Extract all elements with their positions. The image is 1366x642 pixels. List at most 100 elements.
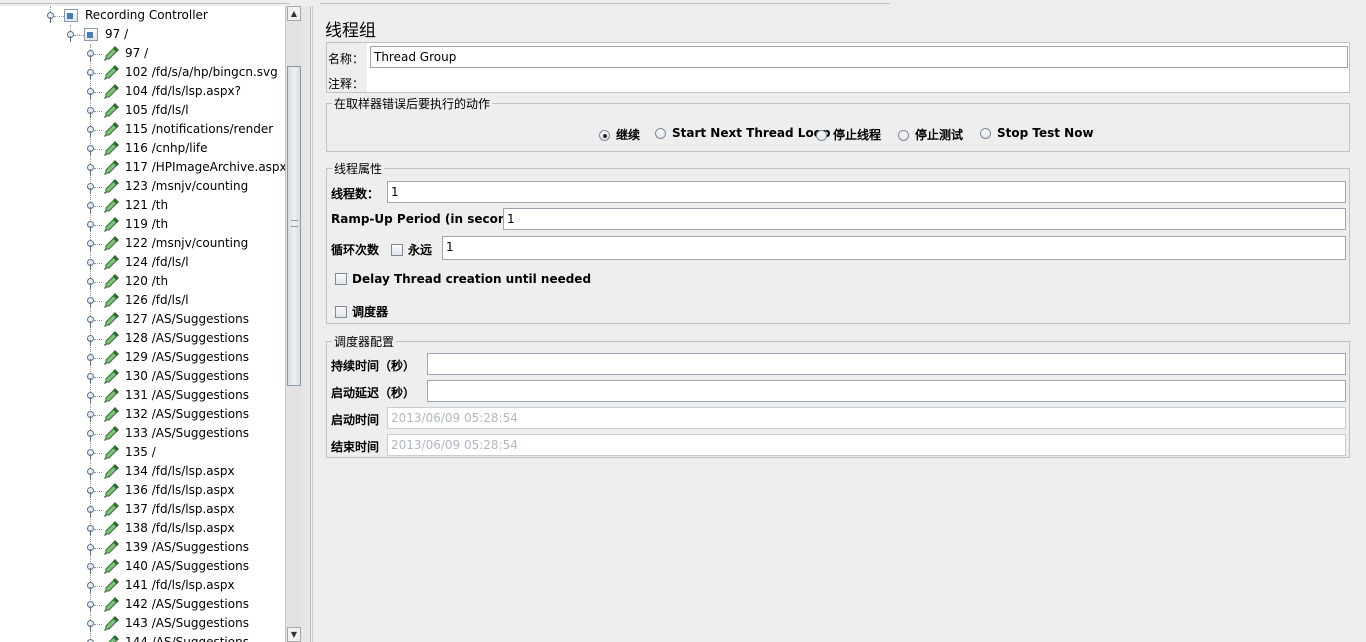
tree-expand-handle-icon[interactable] [87,259,94,270]
tree-expand-handle-icon[interactable] [87,240,94,251]
tree-row-sampler[interactable]: 126 /fd/ls/l [0,291,285,310]
tree-connector [94,567,102,568]
radio-stop-thread[interactable]: 停止线程 [816,126,881,143]
tree-expand-handle-icon[interactable] [87,563,94,574]
tree-row-sampler[interactable]: 142 /AS/Suggestions [0,595,285,614]
tree-row-sampler[interactable]: 133 /AS/Suggestions [0,424,285,443]
tree-expand-handle-icon[interactable] [87,392,94,403]
threads-input[interactable]: 1 [387,181,1346,203]
tree-row-sampler[interactable]: 122 /msnjv/counting [0,234,285,253]
tree-expand-handle-icon[interactable] [87,221,94,232]
radio-continue[interactable]: 继续 [599,126,640,143]
tree-row-sampler[interactable]: 123 /msnjv/counting [0,177,285,196]
forever-checkbox[interactable]: 永远 [391,241,432,258]
tree-row-sampler[interactable]: 105 /fd/ls/l [0,101,285,120]
scroll-down-arrow-icon[interactable]: ▼ [287,627,301,642]
tree-row-sampler[interactable]: 120 /th [0,272,285,291]
tree-expand-handle-icon[interactable] [87,335,94,346]
tree-connector [94,168,102,169]
name-input[interactable]: Thread Group [370,46,1348,68]
tree-connector [94,244,102,245]
tree-row-sampler[interactable]: 134 /fd/ls/lsp.aspx [0,462,285,481]
tree-expand-handle-icon[interactable] [87,316,94,327]
tree-expand-handle-icon[interactable] [87,601,94,612]
startup-delay-input[interactable] [427,380,1346,402]
tree-row-sampler[interactable]: 128 /AS/Suggestions [0,329,285,348]
tree-expand-handle-icon[interactable] [47,12,54,23]
tree-expand-handle-icon[interactable] [87,430,94,441]
tree-expand-handle-icon[interactable] [87,88,94,99]
tree-expand-handle-icon[interactable] [87,468,94,479]
tree-row-sampler[interactable]: 131 /AS/Suggestions [0,386,285,405]
tree-row-sampler[interactable]: 121 /th [0,196,285,215]
tree-row-sampler[interactable]: 104 /fd/ls/lsp.aspx? [0,82,285,101]
radio-stop-test-now[interactable]: Stop Test Now [980,126,1094,140]
tree-row-sampler[interactable]: 127 /AS/Suggestions [0,310,285,329]
start-time-input[interactable]: 2013/06/09 05:28:54 [387,407,1346,429]
tree-row-sampler[interactable]: 138 /fd/ls/lsp.aspx [0,519,285,538]
tree-expand-handle-icon[interactable] [87,183,94,194]
tree-row-sampler[interactable]: 139 /AS/Suggestions [0,538,285,557]
tree-expand-handle-icon[interactable] [87,373,94,384]
tree-expand-handle-icon[interactable] [87,487,94,498]
tree-row-recording-controller[interactable]: Recording Controller [0,6,285,25]
tree-row-sampler[interactable]: 97 / [0,44,285,63]
duration-input[interactable] [427,353,1346,375]
sampler-pipette-icon [103,234,121,252]
tree-expand-handle-icon[interactable] [87,582,94,593]
comment-input[interactable] [367,71,1349,91]
tree-connector [94,301,102,302]
tree-row-sampler[interactable]: 136 /fd/ls/lsp.aspx [0,481,285,500]
radio-stop-test[interactable]: 停止测试 [898,126,963,143]
tree-row-sampler[interactable]: 137 /fd/ls/lsp.aspx [0,500,285,519]
scrollbar-thumb[interactable] [287,66,301,386]
tree-item-label: 129 /AS/Suggestions [125,350,249,364]
scheduler-checkbox[interactable]: 调度器 [335,303,388,320]
tree-expand-handle-icon[interactable] [87,354,94,365]
tree-expand-handle-icon[interactable] [87,544,94,555]
tree-row-sampler[interactable]: 124 /fd/ls/l [0,253,285,272]
tree-item-label: 115 /notifications/render [125,122,274,136]
thread-properties-group: 线程属性 线程数： 1 Ramp-Up Period (in seconds):… [326,160,1350,324]
tree-expand-handle-icon[interactable] [87,620,94,631]
tree-row-sampler[interactable]: 130 /AS/Suggestions [0,367,285,386]
loop-count-input[interactable]: 1 [442,236,1346,260]
scroll-up-arrow-icon[interactable]: ▲ [287,6,301,21]
tree-expand-handle-icon[interactable] [87,506,94,517]
tree-expand-handle-icon[interactable] [87,411,94,422]
tree-expand-handle-icon[interactable] [87,278,94,289]
tree-expand-handle-icon[interactable] [87,50,94,61]
end-time-input[interactable]: 2013/06/09 05:28:54 [387,434,1346,456]
tree-expand-handle-icon[interactable] [87,297,94,308]
tree-expand-handle-icon[interactable] [87,164,94,175]
tree-expand-handle-icon[interactable] [87,107,94,118]
tree-row-transaction[interactable]: 97 / [0,25,285,44]
pane-splitter[interactable] [301,6,311,642]
tree-expand-handle-icon[interactable] [87,449,94,460]
tree-expand-handle-icon[interactable] [87,525,94,536]
sampler-pipette-icon [103,443,121,461]
delay-thread-creation-checkbox[interactable]: Delay Thread creation until needed [335,272,591,286]
tree-row-sampler[interactable]: 132 /AS/Suggestions [0,405,285,424]
tree-scrollbar[interactable]: ▲ ▼ [285,6,301,642]
tree-row-sampler[interactable]: 135 / [0,443,285,462]
tree-row-sampler[interactable]: 102 /fd/s/a/hp/bingcn.svg [0,63,285,82]
tree-row-sampler[interactable]: 143 /AS/Suggestions [0,614,285,633]
tree-row-sampler[interactable]: 144 /AS/Suggestions [0,633,285,642]
tree-expand-handle-icon[interactable] [67,31,74,42]
tree-row-sampler[interactable]: 117 /HPImageArchive.aspx [0,158,285,177]
tree-expand-handle-icon[interactable] [87,69,94,80]
tree-expand-handle-icon[interactable] [87,126,94,137]
tree-row-sampler[interactable]: 116 /cnhp/life [0,139,285,158]
tree-expand-handle-icon[interactable] [87,145,94,156]
tree-expand-handle-icon[interactable] [87,202,94,213]
tree-row-sampler[interactable]: 129 /AS/Suggestions [0,348,285,367]
rampup-input[interactable]: 1 [503,208,1346,230]
test-plan-tree[interactable]: Recording Controller 97 / 97 / 102 /fd/s/… [0,6,285,642]
tree-row-sampler[interactable]: 115 /notifications/render [0,120,285,139]
radio-start-next-loop[interactable]: Start Next Thread Loop [655,126,831,140]
tree-row-sampler[interactable]: 141 /fd/ls/lsp.aspx [0,576,285,595]
toolbar-edge-segment [0,0,290,4]
tree-row-sampler[interactable]: 140 /AS/Suggestions [0,557,285,576]
tree-row-sampler[interactable]: 119 /th [0,215,285,234]
